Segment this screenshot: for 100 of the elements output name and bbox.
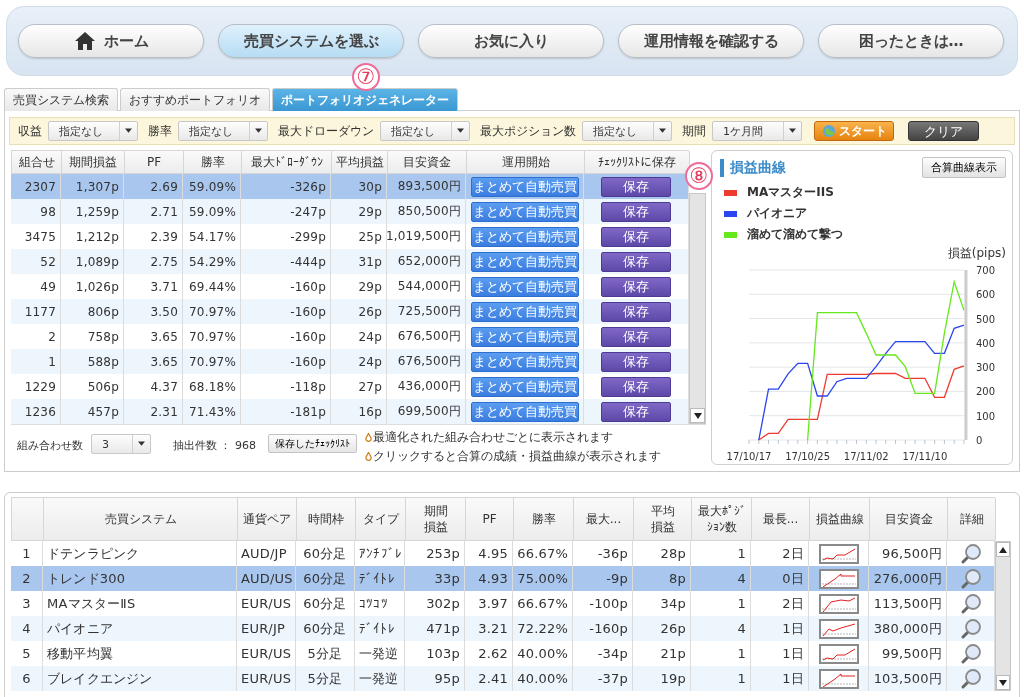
search-icon[interactable] [959, 642, 982, 665]
drop-icon [365, 452, 372, 461]
filter-label: 期間 [682, 122, 706, 140]
table-row[interactable]: 1 588p 3.65 70.97% -160p 24p 676,500円 まとめて自動売買 保存 [11, 349, 689, 374]
table-cell: ブレイクエンジン [43, 666, 237, 691]
table-cell: 1236 [11, 399, 61, 424]
column-header: 平均損益 [332, 151, 388, 173]
table-cell: 1 [691, 666, 751, 691]
legend-label: パイオニア [747, 205, 807, 222]
table-cell: 699,500円 [387, 399, 466, 424]
table-cell: 457p [61, 399, 124, 424]
column-header: 通貨ペア [242, 510, 292, 528]
filter-select[interactable]: 指定なし [48, 121, 138, 141]
table-cell: 2.31 [124, 399, 183, 424]
tab[interactable]: おすすめポートフォリオ [120, 88, 270, 111]
search-icon[interactable] [959, 667, 982, 690]
extracted-count: 抽出件数 ： 968 [173, 438, 256, 453]
column-header: 時間枠 [307, 510, 345, 528]
tick-label: 600 [976, 289, 996, 301]
column-header: PF [125, 151, 184, 173]
save-button[interactable]: 保存 [601, 301, 671, 322]
scrollbar[interactable] [689, 193, 706, 424]
combined-curve-button[interactable]: 合算曲線表示 [922, 157, 1006, 178]
column-header: 勝率 [530, 510, 557, 528]
table-cell: 95p [405, 666, 465, 691]
table-row[interactable]: 2 トレンド300 AUD/US 60分足 ﾃﾞｲﾄﾚ 33p 4.93 75.00% -9p 8p 4 0日 276,000円 [11, 566, 995, 591]
table-cell: -181p [241, 399, 331, 424]
save-button[interactable]: 保存 [601, 326, 671, 347]
column-header: 目安資金 [388, 151, 467, 173]
search-icon[interactable] [959, 567, 982, 590]
column-header: 運用開始 [467, 151, 585, 173]
drop-icon [365, 433, 372, 442]
nav-button[interactable]: 売買システムを選ぶ [218, 24, 404, 58]
filter-select[interactable]: 指定なし [380, 121, 470, 141]
tick-label: 700 [976, 265, 996, 276]
sparkline-drawing [818, 643, 859, 664]
column-header: 期間損益 [62, 151, 125, 173]
table-row[interactable]: 52 1,089p 2.75 54.29% -444p 31p 652,000円 まとめて自動売買 保存 [11, 249, 689, 274]
column-header: 勝率 [184, 151, 242, 173]
tick-label: 400 [976, 337, 996, 349]
table-row[interactable]: 98 1,259p 2.71 59.09% -247p 29p 850,500円 まとめて自動売買 保存 [11, 199, 689, 224]
sparkline-drawing [818, 618, 859, 639]
legend-label: 溜めて溜めて撃つ [747, 226, 843, 243]
table-row[interactable]: 4 パイオニア EUR/JP 60分足 ﾃﾞｲﾄﾚ 471p 3.21 72.22% -160p 26p 4 1日 380,000円 [11, 616, 995, 641]
filter-select[interactable]: 1ケ月間 [712, 121, 802, 141]
legend-label: MAマスターIIS [747, 184, 834, 201]
nav-button[interactable]: 運用情報を確認する [618, 24, 804, 58]
search-icon[interactable] [959, 592, 982, 615]
tick-label: 17/11/02 [843, 451, 889, 462]
arrow-up-icon[interactable] [999, 546, 1007, 553]
count-label: 組み合わせ数 [17, 438, 83, 453]
table-row[interactable]: 1236 457p 2.31 71.43% -181p 16p 699,500円 まとめて自動売買 保存 [11, 399, 689, 424]
filter-label: 収益 [18, 122, 42, 140]
column-header: 売買システム [103, 510, 178, 528]
table-cell: 1日 [751, 666, 809, 691]
table-cell: EUR/US [237, 666, 296, 691]
filter-label: 勝率 [148, 122, 172, 140]
table-cell: 16p [331, 399, 387, 424]
tab[interactable]: 売買システム検索 [4, 88, 118, 111]
table-row[interactable]: 1177 806p 3.50 70.97% -160p 26p 725,500円 まとめて自動売買 保存 [11, 299, 689, 324]
table-row[interactable]: 2307 1,307p 2.69 59.09% -326p 30p 893,500円 まとめて自動売買 保存 [11, 174, 689, 199]
nav-button[interactable]: ホーム [18, 24, 204, 58]
arrow-down-icon[interactable] [999, 679, 1007, 686]
count-select[interactable]: 3 [91, 434, 151, 454]
column-header: 組合せ [12, 151, 62, 173]
save-button[interactable]: 保存 [601, 276, 671, 297]
table-cell: -37p [573, 666, 633, 691]
save-button[interactable]: 保存 [601, 201, 671, 222]
sparkline-drawing [818, 593, 859, 614]
search-icon[interactable] [959, 617, 982, 640]
tick-label: 500 [976, 313, 996, 325]
nav-button[interactable]: 困ったときは… [818, 24, 1004, 58]
save-button[interactable]: 保存 [601, 176, 671, 197]
filter-label: 最大ポジション数 [480, 122, 576, 140]
search-icon[interactable] [959, 542, 982, 565]
table-cell: 71.43% [183, 399, 241, 424]
nav-button[interactable]: お気に入り [418, 24, 604, 58]
save-button[interactable]: 保存 [601, 376, 671, 397]
save-button[interactable]: 保存 [601, 401, 671, 422]
table-cell: 19p [633, 666, 691, 691]
save-button[interactable]: 保存 [601, 351, 671, 372]
scrollbar[interactable] [995, 541, 1011, 691]
column-header: 損益曲線 [814, 510, 865, 528]
column-header: 最大ﾄﾞﾛｰﾀﾞｳﾝ [242, 151, 332, 173]
tick-label: 0 [976, 435, 983, 446]
clear-button[interactable]: クリア [908, 121, 979, 141]
tick-label: 17/10/25 [785, 451, 831, 462]
save-button[interactable]: 保存 [601, 251, 671, 272]
save-button[interactable]: 保存 [601, 226, 671, 247]
column-header: PF [481, 510, 498, 528]
column-header: 最長... [761, 510, 800, 528]
table-row[interactable]: 6 ブレイクエンジン EUR/US 5分足 一発逆 95p 2.41 40.00% -37p 19p 1 1日 103,500円 [11, 666, 995, 691]
column-header: 平均損益 [649, 502, 676, 536]
saved-checklist-button[interactable]: 保存したﾁｪｯｸﾘｽﾄ [268, 434, 357, 453]
tick-label: 100 [976, 410, 996, 422]
filter-label: 最大ドローダウン [278, 122, 374, 140]
column-header: 詳細 [958, 510, 985, 528]
arrow-down-icon[interactable] [693, 412, 702, 419]
filter-select[interactable]: 指定なし [178, 121, 268, 141]
filter-select[interactable]: 指定なし [582, 121, 672, 141]
